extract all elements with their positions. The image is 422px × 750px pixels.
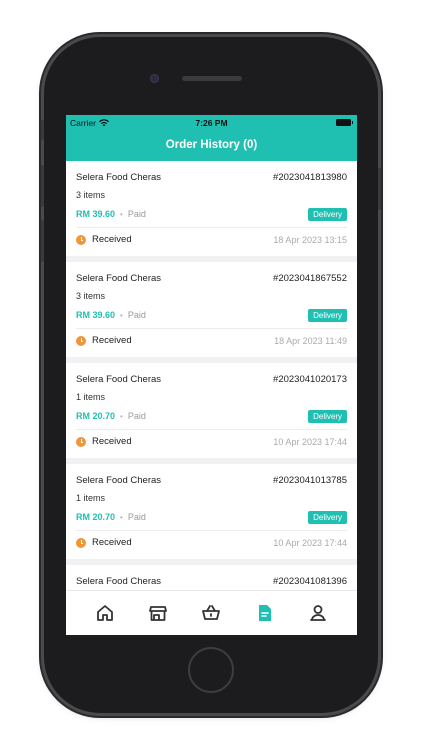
- tab-orders[interactable]: [250, 598, 280, 628]
- clock-icon: [76, 335, 86, 346]
- order-total: RM 39.60: [76, 209, 116, 219]
- store-name: Selera Food Cheras: [76, 475, 162, 486]
- order-card[interactable]: Selera Food Cheras #2023041013785 1 items R…: [66, 464, 357, 559]
- separator-dot: •: [120, 512, 123, 522]
- order-status: Received: [92, 436, 132, 447]
- tab-store[interactable]: [143, 598, 173, 628]
- order-total: RM 20.70: [76, 512, 116, 522]
- order-status-row: Received: [76, 537, 132, 548]
- status-bar: Carrier 7:26 PM: [66, 115, 357, 130]
- order-number: #2023041020173: [273, 374, 347, 385]
- home-icon: [96, 605, 113, 621]
- clock-time: 7:26 PM: [195, 118, 228, 128]
- battery-icon: [336, 119, 353, 126]
- clock-icon: [76, 537, 86, 548]
- divider: [76, 227, 347, 228]
- store-name: Selera Food Cheras: [76, 172, 162, 183]
- delivery-badge: Delivery: [308, 410, 347, 423]
- order-number: #2023041867552: [273, 273, 347, 284]
- front-camera: [150, 74, 159, 83]
- home-button[interactable]: [188, 647, 234, 693]
- order-date: 18 Apr 2023 11:49: [274, 336, 347, 346]
- store-name: Selera Food Cheras: [76, 273, 162, 284]
- delivery-badge: Delivery: [308, 208, 347, 221]
- document-icon: [258, 605, 271, 621]
- order-status: Received: [92, 537, 132, 548]
- divider: [76, 429, 347, 430]
- order-date: 10 Apr 2023 17:44: [273, 538, 347, 548]
- order-total: RM 39.60: [76, 310, 116, 320]
- order-status: Received: [92, 335, 132, 346]
- store-name: Selera Food Cheras: [76, 374, 162, 385]
- tab-home[interactable]: [90, 598, 120, 628]
- price-row: RM 20.70 • Paid: [76, 512, 146, 522]
- divider: [76, 530, 347, 531]
- order-card[interactable]: Selera Food Cheras #2023041867552 3 items R…: [66, 262, 357, 357]
- order-number: #2023041013785: [273, 475, 347, 486]
- order-list[interactable]: Selera Food Cheras #2023041813980 3 items R…: [66, 161, 357, 635]
- page-title: Order History (0): [66, 130, 357, 161]
- user-icon: [310, 605, 327, 621]
- payment-status: Paid: [127, 512, 146, 522]
- mute-switch: [41, 120, 44, 140]
- volume-down-button: [41, 220, 44, 262]
- separator-dot: •: [120, 310, 123, 320]
- order-card[interactable]: Selera Food Cheras #2023041813980 3 items R…: [66, 161, 357, 256]
- store-icon: [149, 606, 167, 621]
- separator-dot: •: [120, 411, 123, 421]
- order-number: #2023041081396: [273, 576, 347, 587]
- payment-status: Paid: [127, 411, 146, 421]
- power-button: [378, 168, 381, 210]
- order-status: Received: [92, 234, 132, 245]
- delivery-badge: Delivery: [308, 511, 347, 524]
- item-count: 1 items: [76, 392, 106, 402]
- volume-up-button: [41, 165, 44, 207]
- clock-icon: [76, 234, 86, 245]
- earpiece-speaker: [182, 76, 242, 81]
- store-name: Selera Food Cheras: [76, 576, 162, 587]
- tab-profile[interactable]: [303, 598, 333, 628]
- order-status-row: Received: [76, 436, 132, 447]
- payment-status: Paid: [127, 209, 146, 219]
- clock-icon: [76, 436, 86, 447]
- price-row: RM 39.60 • Paid: [76, 209, 146, 219]
- delivery-badge: Delivery: [308, 309, 347, 322]
- divider: [76, 328, 347, 329]
- tab-basket[interactable]: [196, 598, 226, 628]
- order-status-row: Received: [76, 335, 132, 346]
- basket-icon: [202, 605, 221, 620]
- order-total: RM 20.70: [76, 411, 116, 421]
- order-date: 18 Apr 2023 13:15: [273, 235, 347, 245]
- bottom-tab-bar: [66, 590, 357, 635]
- item-count: 3 items: [76, 291, 106, 301]
- item-count: 1 items: [76, 493, 106, 503]
- item-count: 3 items: [76, 190, 106, 200]
- order-card[interactable]: Selera Food Cheras #2023041020173 1 items R…: [66, 363, 357, 458]
- separator-dot: •: [120, 209, 123, 219]
- order-date: 10 Apr 2023 17:44: [273, 437, 347, 447]
- payment-status: Paid: [127, 310, 146, 320]
- price-row: RM 20.70 • Paid: [76, 411, 146, 421]
- price-row: RM 39.60 • Paid: [76, 310, 146, 320]
- app-screen: Carrier 7:26 PM Order History (0) Selera…: [66, 115, 357, 635]
- order-number: #2023041813980: [273, 172, 347, 183]
- order-status-row: Received: [76, 234, 132, 245]
